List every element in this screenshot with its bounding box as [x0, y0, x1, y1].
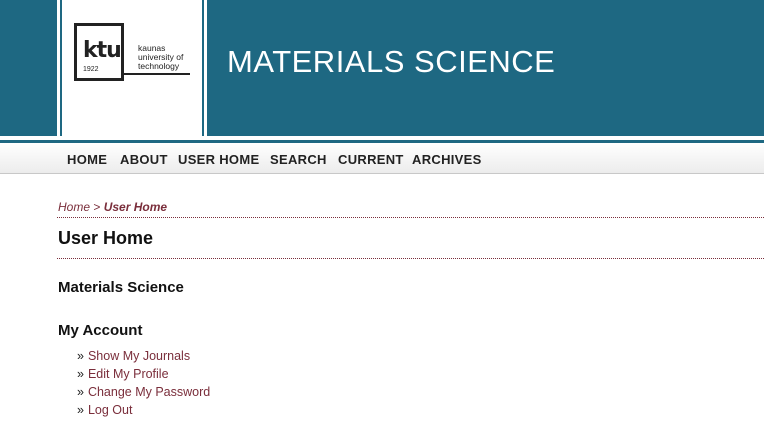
bullet: » — [77, 385, 84, 399]
change-password-link[interactable]: Change My Password — [88, 385, 210, 399]
breadcrumb-current[interactable]: User Home — [104, 200, 167, 214]
breadcrumb-separator: > — [93, 200, 101, 214]
nav-archives[interactable]: ARCHIVES — [412, 152, 482, 167]
bullet: » — [77, 403, 84, 417]
list-item: » Log Out — [77, 401, 210, 419]
nav-about[interactable]: ABOUT — [120, 152, 168, 167]
logo-text-line: technology — [138, 61, 180, 71]
nav-search[interactable]: SEARCH — [270, 152, 327, 167]
page-title: User Home — [58, 228, 154, 248]
account-links: » Show My Journals » Edit My Profile » Chan… — [77, 347, 210, 419]
logo-border-right — [202, 0, 204, 136]
log-out-link[interactable]: Log Out — [88, 403, 132, 417]
bullet: » — [77, 349, 84, 363]
list-item: » Change My Password — [77, 383, 210, 401]
bullet: » — [77, 367, 84, 381]
nav-current[interactable]: CURRENT — [338, 152, 404, 167]
edit-my-profile-link[interactable]: Edit My Profile — [88, 367, 169, 381]
breadcrumb-rule — [57, 217, 764, 218]
logo-year: 1922 — [83, 66, 99, 73]
nav-home[interactable]: HOME — [67, 152, 107, 167]
my-account-heading: My Account — [58, 322, 143, 339]
logo-mark: ktu — [83, 38, 122, 63]
logo-mark-box: ktu 1922 — [74, 23, 124, 81]
logo-text: kaunas university of technology — [138, 44, 198, 71]
site-header: ktu 1922 kaunas university of technology… — [0, 0, 764, 136]
journal-title: Materials Science — [58, 279, 184, 296]
main-nav: HOME ABOUT USER HOME SEARCH CURRENT ARCH… — [0, 143, 764, 174]
page: ktu 1922 kaunas university of technology… — [0, 0, 764, 438]
breadcrumb-home-link[interactable]: Home — [58, 200, 90, 214]
nav-user-home[interactable]: USER HOME — [178, 152, 259, 167]
site-title: MATERIALS SCIENCE — [227, 44, 556, 79]
list-item: » Show My Journals — [77, 347, 210, 365]
logo-border-left — [60, 0, 62, 136]
breadcrumb: Home > User Home — [58, 200, 167, 214]
logo-underline — [124, 73, 190, 75]
show-my-journals-link[interactable]: Show My Journals — [88, 349, 190, 363]
list-item: » Edit My Profile — [77, 365, 210, 383]
logo[interactable]: ktu 1922 kaunas university of technology — [57, 0, 207, 136]
title-rule — [57, 258, 764, 259]
